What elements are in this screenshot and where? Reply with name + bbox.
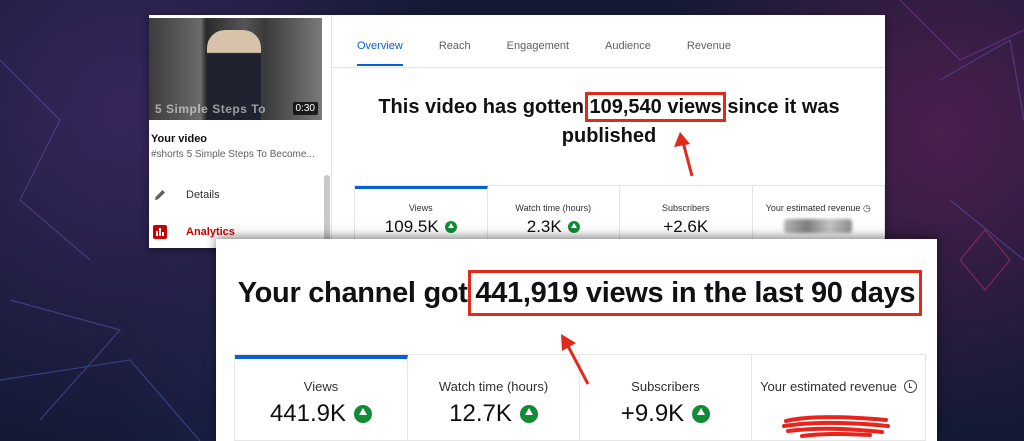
trend-up-icon <box>519 405 538 423</box>
video-sidebar: 5 Simple Steps To 0:30 Your video #short… <box>149 15 332 248</box>
blurred-revenue-value <box>784 219 853 233</box>
video-duration: 0:30 <box>292 102 318 115</box>
metric-footnote <box>235 435 407 441</box>
metric-label: Your estimated revenue ◷ <box>765 203 871 213</box>
trend-up-icon <box>692 405 711 423</box>
tab-engagement[interactable]: Engagement <box>507 40 569 66</box>
metric-card-revenue[interactable]: Your estimated revenue ◷ <box>753 186 885 247</box>
metric-card-subscribers[interactable]: Subscribers +2.6K <box>620 186 753 247</box>
metric-label: Views <box>303 379 339 394</box>
tab-audience[interactable]: Audience <box>605 40 651 66</box>
sidebar-item-details[interactable]: Details <box>149 181 322 209</box>
channel-views-headline: Your channel got 441,919 views in the la… <box>216 270 937 316</box>
metric-card-watch-time[interactable]: Watch time (hours) 2.3K <box>488 186 620 247</box>
metric-label: Subscribers <box>631 379 700 394</box>
red-arrow-icon <box>561 334 590 385</box>
metric-card-subscribers[interactable]: Subscribers +9.9K <box>580 355 752 440</box>
sidebar-item-label: Details <box>186 189 220 201</box>
metric-card-watch-time[interactable]: Watch time (hours) 12.7K <box>408 355 580 440</box>
metric-label: Watch time (hours) <box>515 203 592 213</box>
thumbnail-overlay-text: 5 Simple Steps To <box>155 102 266 116</box>
red-arrow-icon <box>674 132 694 177</box>
metric-label: Watch time (hours) <box>438 379 549 394</box>
trend-up-icon <box>567 221 580 233</box>
trend-up-icon <box>444 221 457 233</box>
sidebar-scrollbar[interactable] <box>324 175 330 248</box>
tab-reach[interactable]: Reach <box>439 40 471 66</box>
analytics-icon <box>151 223 169 241</box>
metric-value: 441.9K <box>269 400 347 427</box>
metric-card-revenue[interactable]: Your estimated revenue <box>752 355 925 440</box>
video-analytics-panel: 5 Simple Steps To 0:30 Your video #short… <box>149 15 885 248</box>
highlighted-channel-views: 441,919 views in the last 90 days <box>468 270 923 316</box>
trend-up-icon <box>354 405 373 423</box>
headline-text-before: This video has gotten <box>378 96 590 118</box>
metric-value: +2.6K <box>663 217 709 236</box>
metric-value: 2.3K <box>526 217 562 236</box>
metric-label: Your estimated revenue <box>752 379 925 394</box>
analytics-tabs: Overview Reach Engagement Audience Reven… <box>357 40 767 66</box>
your-video-label: Your video <box>151 133 208 145</box>
metric-value: +9.9K <box>620 400 685 427</box>
headline-text-before: Your channel got <box>237 277 476 309</box>
metric-card-views[interactable]: Views 441.9K <box>235 355 408 440</box>
metric-value: 109.5K <box>384 217 439 236</box>
info-icon[interactable] <box>903 380 917 393</box>
pencil-icon <box>151 186 169 204</box>
sidebar-item-label: Analytics <box>186 226 235 238</box>
video-thumbnail[interactable]: 5 Simple Steps To 0:30 <box>149 18 322 120</box>
metric-value: 12.7K <box>449 400 512 427</box>
metric-label: Views <box>408 203 433 213</box>
tabs-divider <box>332 67 885 68</box>
video-views-headline: This video has gotten 109,540 views sinc… <box>349 92 869 151</box>
tab-revenue[interactable]: Revenue <box>687 40 731 66</box>
video-title: #shorts 5 Simple Steps To Become... <box>151 149 315 160</box>
tab-overview[interactable]: Overview <box>357 40 403 66</box>
redacted-revenue-scribble <box>782 415 890 438</box>
metric-label: Subscribers <box>661 203 710 213</box>
metric-card-views[interactable]: Views 109.5K <box>355 186 488 247</box>
highlighted-views: 109,540 views <box>585 92 726 122</box>
